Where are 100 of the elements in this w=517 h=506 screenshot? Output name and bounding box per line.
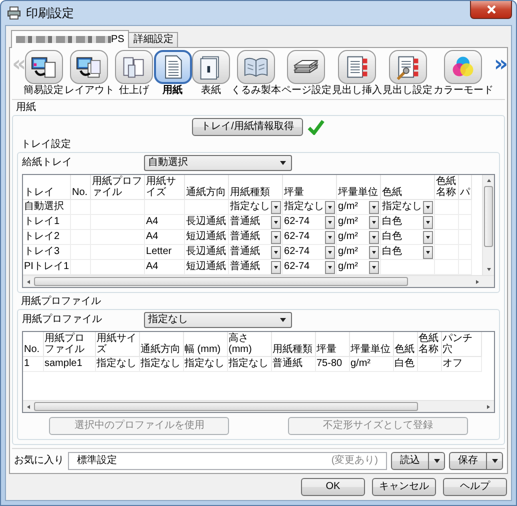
split-button[interactable]: 保存 <box>449 452 503 470</box>
tabbed-document-wrench-icon <box>394 54 421 80</box>
table-cell: トレイ2 <box>23 230 71 244</box>
toolbar-button[interactable] <box>154 50 192 84</box>
column-header: 坪量単位 <box>349 332 393 356</box>
toolbar-button[interactable] <box>338 50 376 84</box>
dropdown-button[interactable] <box>325 230 336 244</box>
dropdown-button[interactable] <box>325 260 336 274</box>
table-cell: g/m² <box>349 356 393 372</box>
table-cell: 普通紙 <box>230 246 260 258</box>
table-cell: g/m² <box>338 201 358 213</box>
dialog-button[interactable]: OK <box>301 478 365 496</box>
dropdown-button[interactable] <box>369 246 380 258</box>
column-header: 坪量 <box>315 332 349 356</box>
toolbar-label: 表紙 <box>201 85 222 97</box>
dropdown-button[interactable] <box>369 200 380 214</box>
dropdown-button[interactable] <box>325 200 336 214</box>
table-cell: 75-80 <box>315 356 349 372</box>
toolbar-label: 用紙 <box>162 85 182 97</box>
close-icon <box>486 4 496 15</box>
toolbar-label: カラーモード <box>433 85 494 97</box>
table-cell: オフ <box>441 356 481 372</box>
table-cell: 普通紙 <box>230 261 260 273</box>
toolbar-button[interactable] <box>24 50 63 84</box>
column-header: 色紙 <box>380 175 435 200</box>
dialog-button[interactable]: キャンセル <box>372 478 436 496</box>
toolbar-button[interactable] <box>114 50 153 84</box>
close-button[interactable] <box>470 1 512 19</box>
dropdown-button[interactable] <box>423 230 434 244</box>
toolbar-button[interactable] <box>388 50 427 84</box>
toolbar-label: 仕上げ <box>118 85 149 97</box>
table-cell: 62-74 <box>284 231 310 243</box>
dropdown-button[interactable] <box>369 260 380 274</box>
table-cell: 普通紙 <box>230 216 260 228</box>
toolbar-label: 見出し設定 <box>382 85 433 97</box>
column-header: 坪量 <box>282 175 337 200</box>
dropdown-button[interactable] <box>369 230 380 244</box>
dropdown-button[interactable] <box>423 200 434 214</box>
dialog-button[interactable]: ヘルプ <box>443 478 507 496</box>
table-cell: 62-74 <box>284 216 310 228</box>
table-cell: 指定なし <box>95 356 139 372</box>
column-header: 用紙サイズ <box>95 332 139 356</box>
column-header: No. <box>70 175 91 200</box>
tab[interactable]: PS <box>11 30 130 48</box>
column-header: No. <box>23 332 43 356</box>
dropdown-button[interactable] <box>271 260 282 274</box>
table-cell: 長辺通紙 <box>184 244 229 260</box>
dropdown-button[interactable] <box>271 246 282 258</box>
toolbar-button[interactable] <box>236 50 275 84</box>
dropdown-button[interactable] <box>271 200 282 214</box>
column-header: 通紙方向 <box>184 175 229 200</box>
table-cell: 白色 <box>382 231 402 243</box>
printer-icon <box>7 6 21 20</box>
table-cell: 指定なし <box>382 201 422 213</box>
toolbar-button[interactable] <box>192 50 230 84</box>
dropdown-button[interactable] <box>369 216 380 228</box>
table-cell: 指定なし <box>284 201 324 213</box>
scroll-right-button[interactable]: » <box>494 50 505 80</box>
table-cell: 長辺通紙 <box>184 214 229 230</box>
fetch-info-button[interactable]: トレイ/用紙情報取得 <box>192 118 303 136</box>
dropdown-button[interactable] <box>325 216 336 228</box>
split-button[interactable]: 読込 <box>391 452 445 470</box>
dropdown-button[interactable] <box>423 246 434 258</box>
table-cell: g/m² <box>338 261 358 273</box>
column-header: 用紙種類 <box>228 175 283 200</box>
toolbar-label: ページ設定 <box>281 85 332 97</box>
table-cell: 1 <box>23 356 43 372</box>
dropdown-button[interactable] <box>325 246 336 258</box>
table-cell: Letter <box>144 244 185 260</box>
table-cell: g/m² <box>338 246 358 258</box>
dropdown-button[interactable] <box>271 230 282 244</box>
tab[interactable]: 詳細設定 <box>128 32 178 47</box>
group-title: 用紙 <box>15 102 37 115</box>
table-cell: A4 <box>144 214 185 230</box>
column-header: 用紙種類 <box>271 332 315 356</box>
column-header: 坪量単位 <box>336 175 381 200</box>
dropdown-button[interactable] <box>423 216 434 228</box>
table-cell: 白色 <box>393 356 417 372</box>
caret-icon <box>280 318 286 322</box>
dropdown-button[interactable] <box>271 216 282 228</box>
dropdown[interactable]: 指定なし <box>144 312 292 328</box>
dropdown[interactable]: 自動選択 <box>144 155 292 171</box>
column-header: パンチ穴 <box>441 332 481 356</box>
column-header: 用紙プロファイル <box>43 332 95 356</box>
toolbar-label: レイアウト <box>64 85 114 97</box>
favorites-field[interactable]: 標準設定 (変更あり) <box>68 452 387 470</box>
column-header: 通紙方向 <box>139 332 183 356</box>
table-cell: A4 <box>144 230 185 244</box>
toolbar-button[interactable] <box>287 50 326 84</box>
table-cell: g/m² <box>338 216 358 228</box>
table-cell: 白色 <box>382 216 402 228</box>
table-cell: 62-74 <box>284 261 310 273</box>
vertical-scrollbar[interactable] <box>482 175 494 275</box>
toolbar-button[interactable] <box>70 50 108 84</box>
toolbar-label: 見出し挿入 <box>332 85 382 97</box>
window-title: 印刷設定 <box>26 7 74 19</box>
group-title: 用紙プロファイル <box>20 296 102 309</box>
column-header: 高さ (mm) <box>227 332 271 356</box>
table-cell: 普通紙 <box>230 231 260 243</box>
toolbar-label: 簡易設定 <box>24 85 64 97</box>
